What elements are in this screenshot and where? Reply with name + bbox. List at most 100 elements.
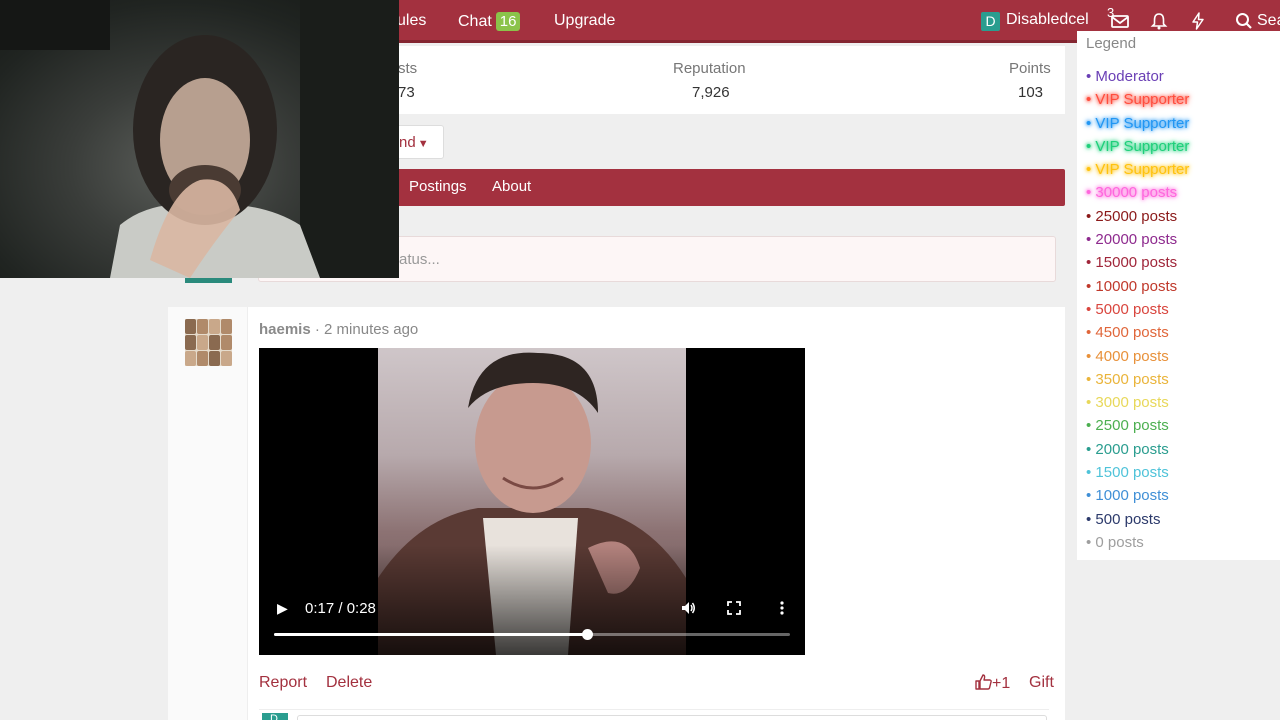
reply-input[interactable] xyxy=(297,715,1047,720)
legend-item-label: 3500 posts xyxy=(1095,370,1169,388)
post-username[interactable]: haemis xyxy=(259,321,311,338)
nav-upgrade-link[interactable]: Upgrade xyxy=(554,12,615,30)
report-link[interactable]: Report xyxy=(259,674,307,692)
legend-item-label: 3000 posts xyxy=(1095,394,1169,412)
post-meta: haemis · 2 minutes ago xyxy=(259,321,418,338)
legend-item: • 30000 posts xyxy=(1086,184,1189,207)
inbox-icon[interactable] xyxy=(1110,11,1130,31)
legend-bullet: • xyxy=(1086,394,1096,412)
legend-bullet: • xyxy=(1086,347,1096,365)
video-player[interactable]: ▶ 0:17 / 0:28 xyxy=(259,348,805,655)
legend-item-label: 10000 posts xyxy=(1095,277,1178,295)
legend-item: • 0 posts xyxy=(1086,534,1189,557)
legend-item-label: 1000 posts xyxy=(1095,487,1169,505)
legend-item-label: 500 posts xyxy=(1095,510,1161,528)
gift-link[interactable]: Gift xyxy=(1029,674,1054,692)
legend-item-label: 5000 posts xyxy=(1095,300,1169,318)
legend-panel: Legend • Moderator • VIP Supporter • VIP S… xyxy=(1077,31,1280,560)
reply-row: D xyxy=(259,709,1049,720)
legend-item: • 4000 posts xyxy=(1086,348,1189,371)
more-options-icon[interactable] xyxy=(779,600,785,621)
nav-chat-link[interactable]: Chat 16 xyxy=(458,12,521,31)
legend-bullet: • xyxy=(1086,324,1096,342)
legend-item: • 20000 posts xyxy=(1086,231,1189,254)
legend-item-label: 0 posts xyxy=(1095,533,1144,551)
meta-separator: · xyxy=(314,321,325,338)
legend-item: • 10000 posts xyxy=(1086,278,1189,301)
legend-bullet: • xyxy=(1086,370,1096,388)
nav-chat-label: Chat xyxy=(458,13,492,30)
legend-item-label: VIP Supporter xyxy=(1095,137,1190,155)
nav-rules-link[interactable]: ules xyxy=(397,12,426,30)
like-button[interactable]: +1 xyxy=(975,674,1010,693)
delete-link[interactable]: Delete xyxy=(326,674,372,692)
play-icon[interactable]: ▶ xyxy=(277,600,288,617)
like-count: +1 xyxy=(992,675,1011,692)
search-icon[interactable] xyxy=(1234,11,1254,31)
poster-avatar[interactable] xyxy=(185,319,232,366)
legend-item: • 2000 posts xyxy=(1086,441,1189,464)
legend-item: • 2500 posts xyxy=(1086,417,1189,440)
stat-value-points: 103 xyxy=(1018,84,1044,101)
chat-count-badge: 16 xyxy=(495,12,521,31)
legend-bullet: • xyxy=(1086,114,1096,132)
legend-bullet: • xyxy=(1086,91,1096,109)
webcam-overlay xyxy=(0,0,399,278)
legend-item-label: 2000 posts xyxy=(1095,440,1169,458)
search-label[interactable]: Sea xyxy=(1257,12,1280,30)
legend-bullet: • xyxy=(1086,277,1096,295)
video-seek-progress xyxy=(274,633,588,636)
stat-value-posts: 73 xyxy=(398,84,415,101)
reply-avatar: D xyxy=(262,713,288,720)
legend-item: • 4500 posts xyxy=(1086,324,1189,347)
legend-item-label: 20000 posts xyxy=(1095,231,1178,249)
legend-bullet: • xyxy=(1086,137,1096,155)
bell-icon[interactable] xyxy=(1149,11,1169,31)
legend-bullet: • xyxy=(1086,231,1096,249)
legend-item-label: 4000 posts xyxy=(1095,347,1169,365)
video-seek-bar[interactable] xyxy=(274,629,790,640)
stat-value-reputation: 7,926 xyxy=(692,84,730,101)
legend-bullet: • xyxy=(1086,254,1096,272)
legend-item: • 25000 posts xyxy=(1086,208,1189,231)
legend-bullet: • xyxy=(1086,440,1096,458)
legend-item-label: VIP Supporter xyxy=(1095,161,1190,179)
post-timestamp[interactable]: 2 minutes ago xyxy=(324,321,418,338)
video-time: 0:17 / 0:28 xyxy=(305,600,376,617)
find-button-label: nd xyxy=(399,134,416,151)
legend-item: • 3000 posts xyxy=(1086,394,1189,417)
legend-bullet: • xyxy=(1086,533,1096,551)
legend-item-label: 15000 posts xyxy=(1095,254,1178,272)
user-avatar: D xyxy=(981,12,1000,31)
user-menu[interactable]: D Disabledcel xyxy=(981,11,1089,31)
caret-down-icon: ▼ xyxy=(417,138,429,150)
legend-bullet: • xyxy=(1086,184,1096,202)
tab-postings[interactable]: Postings xyxy=(409,178,467,195)
legend-item-label: VIP Supporter xyxy=(1095,91,1190,109)
webcam-person-image xyxy=(0,0,399,278)
legend-bullet: • xyxy=(1086,161,1096,179)
lightning-icon[interactable] xyxy=(1188,11,1208,31)
legend-item: • VIP Supporter xyxy=(1086,161,1189,184)
legend-item: • VIP Supporter xyxy=(1086,115,1189,138)
legend-item: • Moderator xyxy=(1086,68,1189,91)
legend-bullet: • xyxy=(1086,487,1096,505)
legend-item-label: VIP Supporter xyxy=(1095,114,1190,132)
legend-item-label: 2500 posts xyxy=(1095,417,1169,435)
username-label: Disabledcel xyxy=(1006,11,1089,28)
post-card: haemis · 2 minutes ago ▶ 0:17 / 0:28 Rep… xyxy=(168,307,1065,720)
legend-bullet: • xyxy=(1086,68,1096,85)
legend-bullet: • xyxy=(1086,417,1096,435)
legend-bullet: • xyxy=(1086,207,1096,225)
stat-label-points: Points xyxy=(1009,60,1051,77)
tab-about[interactable]: About xyxy=(492,178,531,195)
legend-bullet: • xyxy=(1086,300,1096,318)
own-avatar-strip xyxy=(185,278,232,283)
legend-item-label: 1500 posts xyxy=(1095,464,1169,482)
legend-item: • 1500 posts xyxy=(1086,464,1189,487)
legend-item: • 3500 posts xyxy=(1086,371,1189,394)
volume-icon[interactable] xyxy=(680,600,696,621)
legend-bullet: • xyxy=(1086,510,1096,528)
fullscreen-icon[interactable] xyxy=(727,601,741,620)
legend-item: • VIP Supporter xyxy=(1086,91,1189,114)
